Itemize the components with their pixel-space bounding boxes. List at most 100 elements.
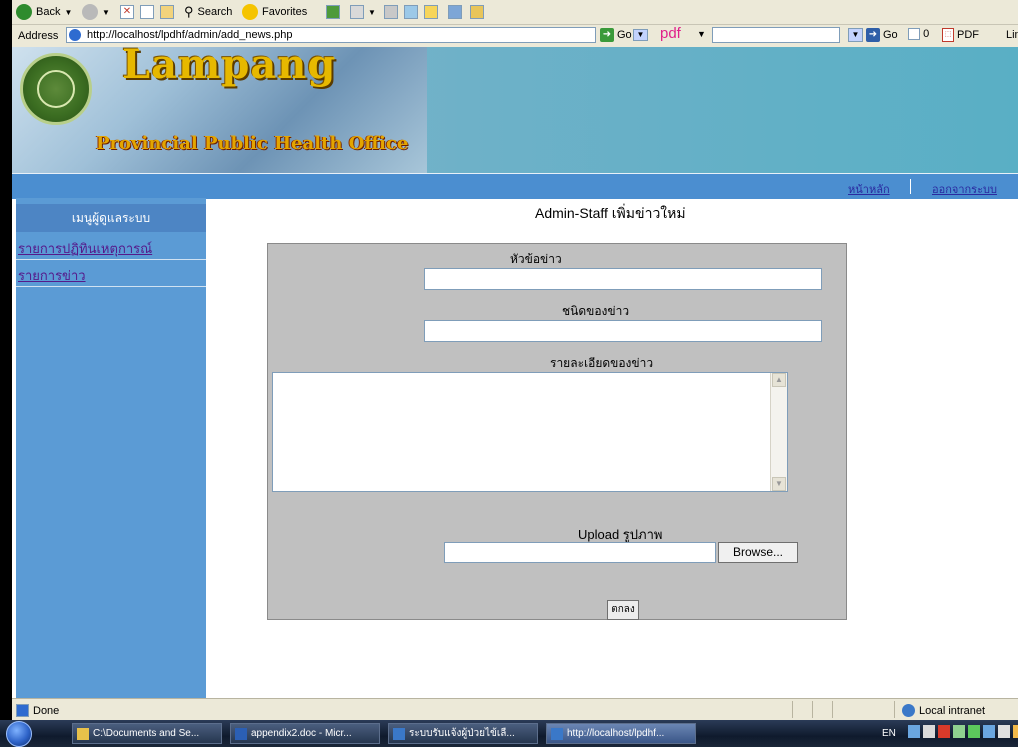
address-input[interactable]: http://localhost/lpdhf/admin/add_news.ph… bbox=[66, 27, 648, 43]
forward-button[interactable]: ▼ bbox=[82, 4, 110, 20]
research-icon bbox=[448, 5, 462, 19]
network-icon[interactable] bbox=[908, 725, 920, 738]
news-type-input[interactable] bbox=[424, 320, 822, 342]
shield-icon[interactable] bbox=[1013, 725, 1018, 738]
volume-icon[interactable] bbox=[923, 725, 935, 738]
speaker-icon[interactable] bbox=[998, 725, 1010, 738]
discuss-button[interactable] bbox=[424, 4, 438, 20]
taskbar-item-label: appendix2.doc - Micr... bbox=[251, 728, 352, 739]
research-button[interactable] bbox=[448, 4, 462, 20]
web-page: Lampang Provincial Public Health Office … bbox=[12, 47, 1018, 698]
messenger-button[interactable] bbox=[470, 4, 484, 20]
signal-icon[interactable] bbox=[968, 725, 980, 738]
sidebar-item-news[interactable]: รายการข่าว bbox=[16, 261, 206, 287]
go-button[interactable]: ➜ Go bbox=[600, 28, 632, 42]
folder-icon bbox=[77, 727, 89, 740]
mail-icon bbox=[350, 5, 364, 19]
home-icon bbox=[160, 5, 174, 19]
acrobat-icon[interactable] bbox=[938, 725, 950, 738]
go-arrow-icon: ➜ bbox=[866, 28, 880, 42]
address-dropdown-button[interactable]: ▼ bbox=[633, 29, 648, 41]
word-icon bbox=[235, 727, 247, 740]
browser-status-bar: Done Local intranet bbox=[12, 698, 1018, 721]
scroll-down-icon[interactable]: ▼ bbox=[772, 477, 786, 491]
headline-label: หัวข้อข่าว bbox=[510, 252, 562, 266]
ie-icon bbox=[551, 727, 563, 740]
search-icon: ⚲ bbox=[184, 4, 194, 19]
toolbar-search-input[interactable] bbox=[712, 27, 840, 43]
refresh-button[interactable] bbox=[140, 4, 154, 20]
security-zone[interactable]: Local intranet bbox=[902, 704, 985, 717]
start-button[interactable] bbox=[6, 721, 32, 747]
refresh-icon bbox=[140, 5, 154, 19]
taskbar-item-explorer[interactable]: C:\Documents and Se... bbox=[72, 723, 222, 744]
language-indicator[interactable]: EN bbox=[882, 728, 896, 739]
page-title: Admin-Staff เพิ่มข่าวใหม่ bbox=[535, 205, 686, 221]
textarea-scrollbar[interactable]: ▲ ▼ bbox=[770, 373, 787, 491]
headline-input[interactable] bbox=[424, 268, 822, 290]
status-done-label: Done bbox=[33, 704, 60, 717]
favorites-button[interactable]: Favorites bbox=[242, 4, 307, 20]
go-label: Go bbox=[617, 29, 632, 41]
health-office-seal-icon bbox=[20, 53, 92, 125]
sidebar-item-label: รายการข่าว bbox=[18, 268, 86, 283]
stop-button[interactable]: ✕ bbox=[120, 4, 134, 20]
browse-button[interactable]: Browse... bbox=[718, 542, 798, 563]
mail-button[interactable]: ▼ bbox=[350, 4, 376, 20]
print-button[interactable] bbox=[384, 4, 398, 20]
ie-icon bbox=[393, 727, 405, 740]
taskbar-item-ie-1[interactable]: ระบบรับแจ้งผู้ป่วยไข้เลื... bbox=[388, 723, 538, 744]
go2-label: Go bbox=[883, 29, 898, 41]
popup-count: 0 bbox=[923, 28, 930, 40]
intranet-globe-icon bbox=[902, 704, 915, 717]
add-news-form: หัวข้อข่าว ชนิดของข่าว รายละเอียดของข่าว… bbox=[267, 243, 847, 620]
nav-link-home[interactable]: หน้าหลัก bbox=[848, 180, 890, 198]
browser-toolbar: Back ▼ ▼ ✕ ⚲ Search Favorites ▼ bbox=[12, 0, 1018, 25]
search-label: Search bbox=[197, 6, 233, 18]
favorites-star-icon bbox=[242, 4, 258, 20]
status-divider bbox=[792, 701, 793, 718]
nav-link-logout[interactable]: ออกจากระบบ bbox=[932, 180, 997, 198]
history-icon bbox=[326, 5, 340, 19]
submit-button[interactable]: ตกลง bbox=[607, 600, 639, 620]
go-arrow-icon: ➜ bbox=[600, 28, 614, 42]
news-type-label: ชนิดของข่าว bbox=[562, 304, 630, 318]
toolbar-search-dropdown[interactable]: ▼ bbox=[848, 28, 863, 42]
favorites-label: Favorites bbox=[262, 6, 308, 18]
address-url: http://localhost/lpdhf/admin/add_news.ph… bbox=[87, 29, 293, 41]
pdf-button-label: PDF bbox=[957, 29, 979, 41]
search-button[interactable]: ⚲ Search bbox=[184, 4, 232, 20]
nav-separator bbox=[910, 179, 911, 194]
chevron-down-icon: ▼ bbox=[102, 7, 110, 17]
back-label: Back bbox=[36, 6, 61, 18]
ie-page-icon bbox=[16, 704, 29, 717]
scroll-up-icon[interactable]: ▲ bbox=[772, 373, 786, 387]
pdf-toolbar-logo[interactable]: pdf bbox=[660, 25, 681, 42]
sidebar-item-label: รายการปฏิทินเหตุการณ์ bbox=[18, 241, 153, 256]
upload-file-input[interactable] bbox=[444, 542, 716, 563]
popup-blocker-icon bbox=[908, 28, 920, 41]
taskbar-item-label: ระบบรับแจ้งผู้ป่วยไข้เลื... bbox=[409, 728, 515, 739]
ie-page-icon bbox=[69, 29, 81, 41]
site-subtitle: Provincial Public Health Office bbox=[96, 133, 409, 154]
status-divider bbox=[812, 701, 813, 718]
pdf-button[interactable]: ⬚ PDF bbox=[942, 28, 979, 42]
toolbar-go-button[interactable]: ➜ Go bbox=[866, 28, 898, 42]
sidebar-item-calendar[interactable]: รายการปฏิทินเหตุการณ์ bbox=[16, 234, 206, 260]
battery-icon[interactable] bbox=[953, 725, 965, 738]
popup-counter[interactable]: 0 bbox=[908, 28, 930, 41]
links-label[interactable]: Lin bbox=[1006, 29, 1018, 41]
seal-inner-ring bbox=[37, 70, 75, 108]
edit-button[interactable] bbox=[404, 4, 418, 20]
back-button[interactable]: Back ▼ bbox=[16, 4, 72, 20]
news-detail-label: รายละเอียดของข่าว bbox=[550, 356, 654, 370]
history-button[interactable] bbox=[326, 4, 340, 20]
system-tray bbox=[908, 725, 1018, 738]
news-detail-textarea[interactable]: ▲ ▼ bbox=[272, 372, 788, 492]
monitor-icon[interactable] bbox=[983, 725, 995, 738]
taskbar-item-ie-2[interactable]: http://localhost/lpdhf... bbox=[546, 723, 696, 744]
status-divider bbox=[894, 701, 895, 718]
taskbar-item-word[interactable]: appendix2.doc - Micr... bbox=[230, 723, 380, 744]
chevron-down-icon[interactable]: ▼ bbox=[697, 29, 706, 39]
home-button[interactable] bbox=[160, 4, 174, 20]
